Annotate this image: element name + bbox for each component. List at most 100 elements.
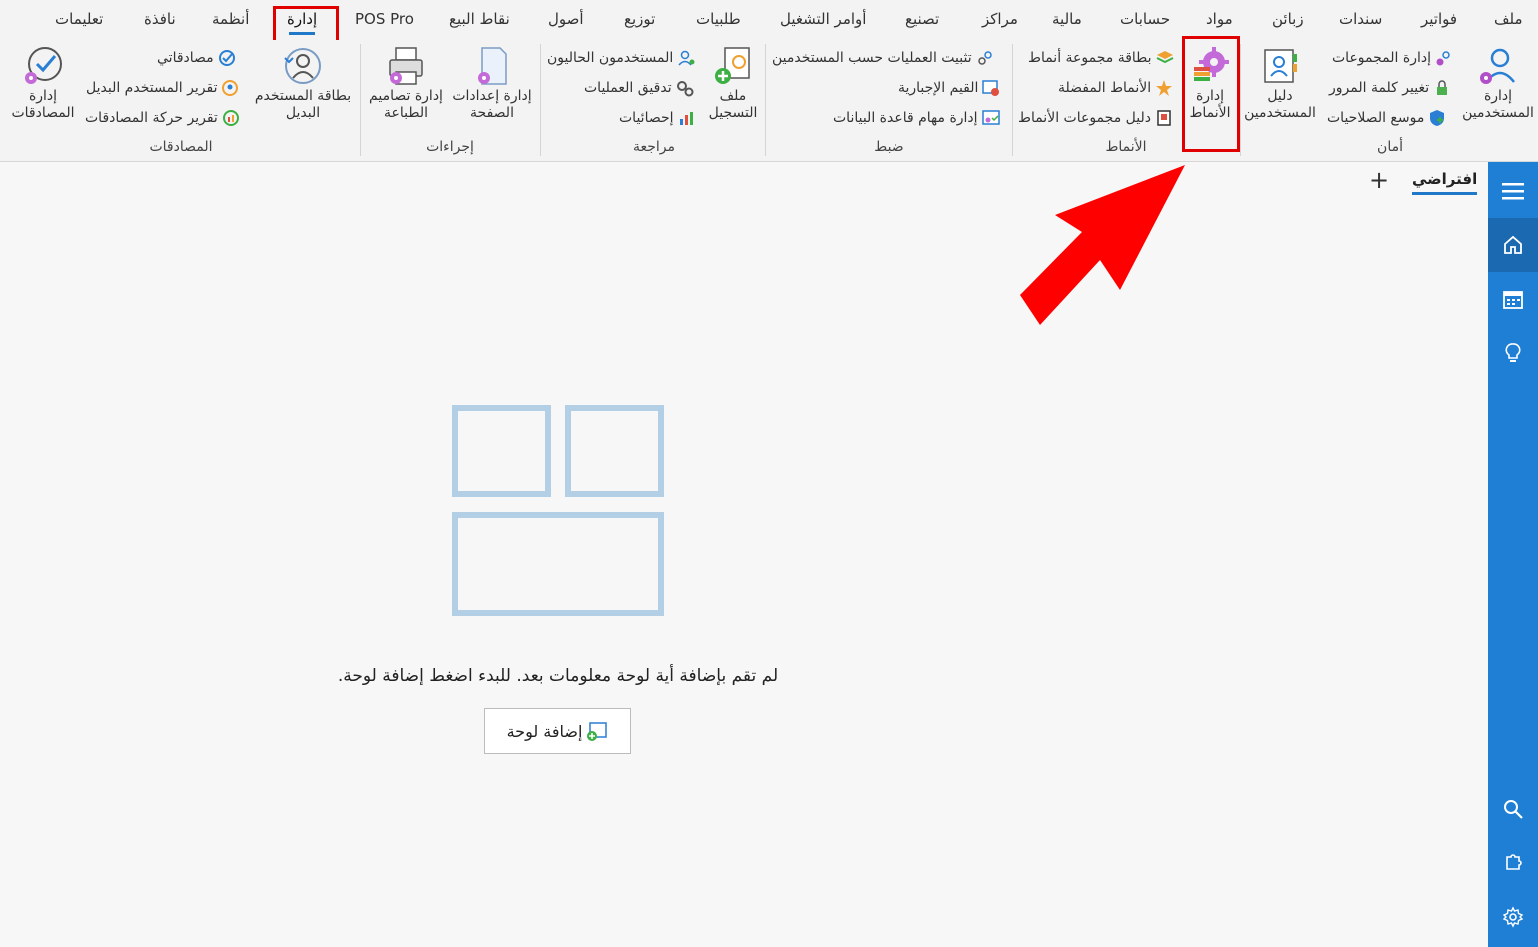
group-label-patterns: الأنماط: [1105, 139, 1147, 155]
add-board-button[interactable]: إضافة لوحة: [484, 708, 631, 754]
dashboard-tab-strip: + افتراضي: [0, 162, 1488, 202]
report-chart-icon: [221, 108, 241, 128]
permissions-extender-label: موسع الصلاحيات: [1327, 110, 1425, 126]
group-label-approvals: المصادقات: [149, 139, 213, 155]
group-label-procedures: إجراءات: [426, 139, 474, 155]
pattern-group-card-label: بطاقة مجموعة أنماط: [1028, 50, 1152, 66]
user-card-icon: [1258, 44, 1302, 88]
add-board-icon: [587, 722, 608, 741]
statistics-button[interactable]: إحصائيات: [619, 108, 697, 128]
menu-pos[interactable]: نقاط البيع: [449, 10, 510, 28]
alt-user-report-button[interactable]: تقرير المستخدم البديل: [86, 78, 240, 98]
annotation-arrow: [1020, 165, 1185, 325]
settings-icon[interactable]: [1488, 890, 1538, 944]
alt-user-card-button[interactable]: بطاقة المستخدم البديل: [251, 44, 355, 122]
add-tab-button[interactable]: +: [1368, 166, 1390, 194]
print-designs-label: إدارة تصاميم الطباعة: [369, 88, 443, 121]
manage-users-label: إدارة المستخدمين: [1462, 88, 1534, 121]
print-designs-button[interactable]: إدارة تصاميم الطباعة: [364, 44, 448, 122]
menu-assets[interactable]: أصول: [548, 10, 584, 28]
tab-default[interactable]: افتراضي: [1412, 170, 1478, 195]
favorite-patterns-button[interactable]: الأنماط المفضلة: [1058, 78, 1174, 98]
report-user-icon: [220, 78, 240, 98]
menu-pos-pro[interactable]: POS Pro: [355, 10, 414, 28]
menu-help[interactable]: تعليمات: [55, 10, 103, 28]
my-approvals-label: مصادقاتي: [157, 50, 214, 66]
statistics-label: إحصائيات: [619, 110, 674, 126]
users-pin-icon: [975, 48, 995, 68]
menu-window[interactable]: نافذة: [144, 10, 176, 28]
gears-icon: [675, 78, 695, 98]
change-password-button[interactable]: تغيير كلمة المرور: [1329, 78, 1452, 98]
menu-icon[interactable]: [1488, 164, 1538, 218]
mandatory-values-button[interactable]: القيم الإجبارية: [898, 78, 1001, 98]
current-users-button[interactable]: المستخدمون الحاليون: [547, 48, 696, 68]
highlight-box-ribbon: [1182, 36, 1240, 152]
users-guide-button[interactable]: دليل المستخدمين: [1240, 44, 1320, 122]
lightbulb-icon[interactable]: [1488, 326, 1538, 380]
pattern-groups-guide-button[interactable]: دليل مجموعات الأنماط: [1018, 108, 1174, 128]
page-settings-button[interactable]: إدارة إعدادات الصفحة: [449, 44, 535, 122]
menu-systems[interactable]: أنظمة: [212, 10, 249, 28]
permissions-extender-button[interactable]: موسع الصلاحيات: [1327, 108, 1447, 128]
page-gear-icon: [470, 44, 514, 88]
manage-groups-button[interactable]: إدارة المجموعات: [1332, 48, 1454, 68]
manage-approvals-label: إدارة المصادقات: [11, 88, 75, 121]
puzzle-icon[interactable]: [1488, 836, 1538, 890]
lock-icon: [1432, 78, 1452, 98]
fix-ops-by-users-label: تثبيت العمليات حسب المستخدمين: [772, 50, 972, 66]
menu-invoices[interactable]: فواتير: [1421, 10, 1457, 28]
pattern-group-card-button[interactable]: بطاقة مجموعة أنماط: [1028, 48, 1175, 68]
layers-icon: [1155, 48, 1175, 68]
menu-orders[interactable]: طلبيات: [696, 10, 741, 28]
alt-user-card-label: بطاقة المستخدم البديل: [254, 88, 352, 121]
menu-finance[interactable]: مالية: [1052, 10, 1082, 28]
window-tasks-icon: [981, 108, 1001, 128]
menu-vouchers[interactable]: سندات: [1339, 10, 1382, 28]
home-icon[interactable]: [1488, 218, 1538, 272]
menu-manufacturing[interactable]: تصنيع: [905, 10, 939, 28]
manage-groups-label: إدارة المجموعات: [1332, 50, 1431, 66]
menu-customers[interactable]: زبائن: [1272, 10, 1304, 28]
right-sidebar: [1488, 162, 1538, 947]
empty-state-message: لم تقم بإضافة أية لوحة معلومات بعد. للبد…: [337, 666, 779, 686]
window-clock-icon: [981, 78, 1001, 98]
menu-bar: ملف فواتير سندات زبائن مواد حسابات مالية…: [0, 0, 1538, 44]
favorite-patterns-label: الأنماط المفضلة: [1058, 80, 1152, 96]
log-file-button[interactable]: ملف التسجيل: [703, 44, 763, 122]
book-icon: [1154, 108, 1174, 128]
group-label-control: ضبط: [874, 139, 904, 155]
current-users-label: المستخدمون الحاليون: [547, 50, 674, 66]
user-online-icon: [676, 48, 696, 68]
change-password-label: تغيير كلمة المرور: [1329, 80, 1430, 96]
approvals-movement-report-button[interactable]: تقرير حركة المصادقات: [85, 108, 241, 128]
page-settings-label: إدارة إعدادات الصفحة: [452, 88, 532, 121]
menu-centers[interactable]: مراكز: [982, 10, 1018, 28]
db-tasks-button[interactable]: إدارة مهام قاعدة البيانات: [833, 108, 1001, 128]
user-refresh-icon: [281, 44, 325, 88]
pattern-groups-guide-label: دليل مجموعات الأنماط: [1018, 110, 1151, 126]
menu-work-orders[interactable]: أوامر التشغيل: [780, 10, 866, 28]
search-icon[interactable]: [1488, 782, 1538, 836]
menu-file[interactable]: ملف: [1494, 10, 1523, 28]
log-file-icon: [711, 44, 755, 88]
fix-ops-by-users-button[interactable]: تثبيت العمليات حسب المستخدمين: [772, 48, 995, 68]
my-approvals-button[interactable]: مصادقاتي: [157, 48, 237, 68]
calendar-icon[interactable]: [1488, 272, 1538, 326]
menu-distribution[interactable]: توزيع: [624, 10, 655, 28]
ribbon: إدارة المستخدمين إدارة المجموعات تغيير ك…: [0, 36, 1538, 162]
shield-icon: [1427, 108, 1447, 128]
users-gear-icon: [1434, 48, 1454, 68]
manage-approvals-button[interactable]: إدارة المصادقات: [8, 44, 78, 122]
dashboard-placeholder-graphic: [452, 405, 664, 616]
db-tasks-label: إدارة مهام قاعدة البيانات: [833, 110, 978, 126]
menu-materials[interactable]: مواد: [1206, 10, 1233, 28]
ops-audit-button[interactable]: تدقيق العمليات: [584, 78, 695, 98]
highlight-box-menu: [273, 6, 339, 44]
group-label-review: مراجعة: [632, 139, 676, 155]
star-icon: [1154, 78, 1174, 98]
menu-accounts[interactable]: حسابات: [1120, 10, 1170, 28]
ops-audit-label: تدقيق العمليات: [584, 80, 672, 96]
approvals-movement-report-label: تقرير حركة المصادقات: [85, 110, 218, 126]
manage-users-button[interactable]: إدارة المستخدمين: [1453, 44, 1538, 122]
